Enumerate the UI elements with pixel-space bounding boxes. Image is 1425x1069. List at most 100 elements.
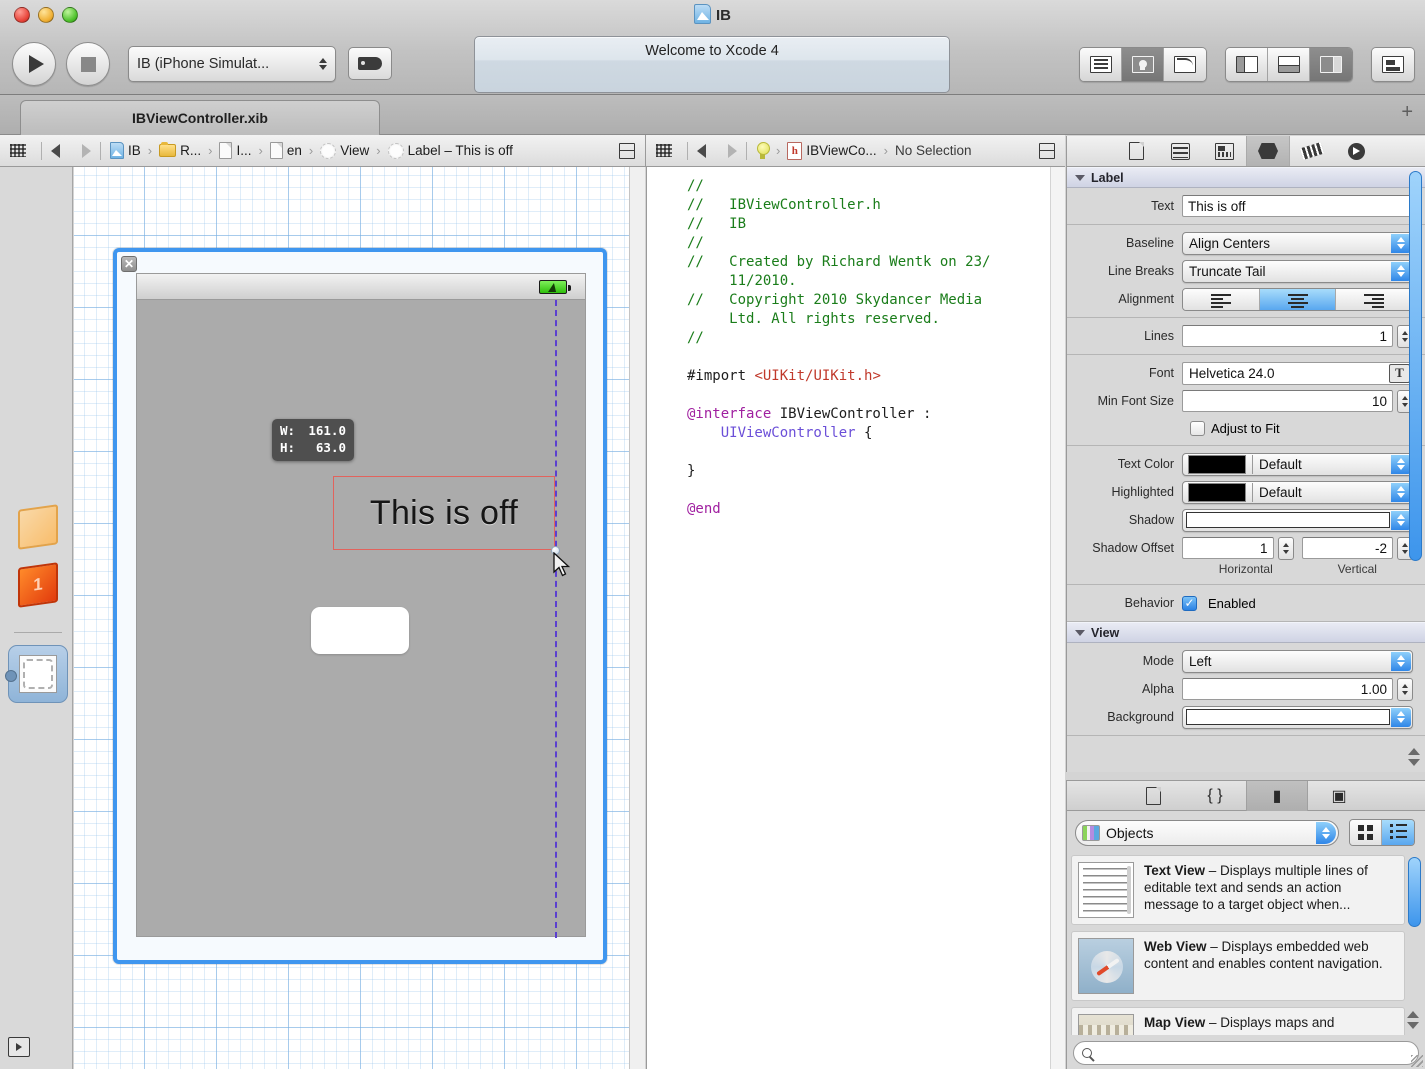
- textcolor-swatch[interactable]: [1188, 454, 1246, 474]
- library-item[interactable]: Web View – Displays embedded web content…: [1071, 931, 1405, 1001]
- canvas-vertical-scrollbar[interactable]: [629, 167, 645, 1069]
- assistant-editor-button[interactable]: [1122, 48, 1164, 81]
- library-item-list[interactable]: Text View – Displays multiple lines of e…: [1071, 855, 1405, 1035]
- dock-item-placeholders[interactable]: [18, 504, 60, 550]
- dock-item-objects[interactable]: 1: [18, 562, 60, 608]
- utilities-toggle-button[interactable]: [1310, 48, 1352, 81]
- disclosure-triangle-icon[interactable]: [1075, 174, 1085, 181]
- lines-input[interactable]: 1: [1182, 325, 1393, 347]
- object-library-tab[interactable]: ▮: [1246, 780, 1308, 811]
- alignment-segmented[interactable]: [1182, 287, 1413, 311]
- window-resize-grip[interactable]: [1411, 1055, 1423, 1067]
- organizer-group[interactable]: [1371, 47, 1415, 82]
- breadcrumb-project[interactable]: IB: [110, 142, 141, 159]
- navigator-toggle-button[interactable]: [1226, 48, 1268, 81]
- view-section-header[interactable]: View: [1067, 622, 1425, 643]
- back-arrow-icon[interactable]: [697, 143, 706, 158]
- size-inspector-tab[interactable]: [1290, 136, 1334, 166]
- shadow-swatch[interactable]: [1186, 512, 1390, 528]
- version-editor-button[interactable]: [1164, 48, 1206, 81]
- connections-inspector-tab[interactable]: [1334, 136, 1378, 166]
- alpha-input[interactable]: 1.00: [1182, 678, 1393, 700]
- background-swatch[interactable]: [1186, 709, 1390, 725]
- close-icon[interactable]: ✕: [121, 256, 137, 272]
- file-template-library-tab[interactable]: [1122, 781, 1184, 811]
- mode-select[interactable]: Left: [1182, 649, 1413, 673]
- background-select[interactable]: [1182, 705, 1413, 729]
- shadow-h-stepper[interactable]: [1277, 536, 1294, 560]
- breadcrumb-header-file[interactable]: h IBViewCo...: [787, 141, 877, 160]
- selected-view-window[interactable]: ✕ This is off W: 161.0 H: 63.0: [113, 248, 607, 964]
- tab-ibviewcontroller-xib[interactable]: IBViewController.xib: [20, 100, 380, 135]
- show-hide-panel-button[interactable]: [8, 1037, 30, 1057]
- inspector-vertical-scrollbar[interactable]: [1409, 171, 1422, 561]
- shadow-select[interactable]: [1182, 508, 1413, 532]
- library-category-select[interactable]: Objects: [1075, 819, 1339, 846]
- grid-view-button[interactable]: [1350, 820, 1382, 845]
- iphone-view[interactable]: This is off W: 161.0 H: 63.0: [136, 273, 586, 938]
- forward-arrow-icon[interactable]: [82, 143, 91, 158]
- minfontsize-input[interactable]: 10: [1182, 390, 1393, 412]
- breakpoints-button[interactable]: [348, 47, 392, 80]
- align-left-button[interactable]: [1183, 288, 1260, 310]
- library-item[interactable]: Map View – Displays maps and: [1071, 1007, 1405, 1035]
- shadow-h-input[interactable]: 1: [1182, 537, 1274, 559]
- attributes-inspector-panel[interactable]: Label Text This is off Baseline Align Ce…: [1066, 167, 1425, 772]
- shadow-v-input[interactable]: -2: [1301, 537, 1393, 559]
- identity-inspector-tab[interactable]: [1202, 136, 1246, 166]
- attributes-inspector-tab[interactable]: [1246, 136, 1290, 166]
- code-snippet-library-tab[interactable]: { }: [1184, 781, 1246, 811]
- inspector-scroll-arrows[interactable]: [1408, 748, 1422, 766]
- baseline-select[interactable]: Align Centers: [1182, 231, 1413, 255]
- back-arrow-icon[interactable]: [51, 143, 60, 158]
- outline-toggle-icon[interactable]: [619, 142, 635, 159]
- view-toggle-segmented[interactable]: [1225, 47, 1353, 82]
- outline-toggle-icon[interactable]: [1039, 142, 1055, 159]
- ui-label-being-resized[interactable]: This is off: [333, 476, 555, 550]
- breadcrumb-no-selection[interactable]: No Selection: [895, 143, 972, 158]
- font-picker-button[interactable]: T: [1389, 363, 1410, 383]
- library-scroll-arrows[interactable]: [1407, 1011, 1421, 1029]
- scheme-selector[interactable]: IB (iPhone Simulat...: [128, 46, 336, 82]
- breadcrumb-view[interactable]: View: [320, 142, 369, 159]
- file-inspector-tab[interactable]: [1114, 136, 1158, 166]
- stop-button[interactable]: [66, 42, 110, 86]
- linebreaks-select[interactable]: Truncate Tail: [1182, 259, 1413, 283]
- assistant-editor[interactable]: // // IBViewController.h // IB // // Created…: [646, 167, 1065, 1069]
- quick-help-inspector-tab[interactable]: [1158, 136, 1202, 166]
- related-items-icon[interactable]: [656, 144, 672, 157]
- adjust-to-fit-checkbox[interactable]: [1190, 420, 1205, 436]
- breadcrumb-file[interactable]: I...: [219, 142, 251, 159]
- library-vertical-scrollbar[interactable]: [1408, 857, 1421, 927]
- library-search-field[interactable]: [1073, 1041, 1419, 1065]
- highlighted-select[interactable]: Default: [1182, 480, 1413, 504]
- align-right-button[interactable]: [1336, 288, 1412, 310]
- add-tab-button[interactable]: +: [1401, 102, 1413, 122]
- ui-rounded-rect-button[interactable]: [311, 607, 409, 654]
- alpha-stepper[interactable]: [1397, 677, 1413, 701]
- behavior-enabled-checkbox[interactable]: ✓: [1182, 595, 1197, 611]
- interface-builder-canvas[interactable]: ✕ This is off W: 161.0 H: 63.0: [74, 167, 645, 1069]
- debug-toggle-button[interactable]: [1268, 48, 1310, 81]
- breadcrumb-automatic[interactable]: [756, 142, 770, 159]
- standard-editor-button[interactable]: [1080, 48, 1122, 81]
- related-items-icon[interactable]: [10, 144, 26, 157]
- align-center-button[interactable]: [1259, 288, 1337, 310]
- list-view-button[interactable]: [1382, 820, 1414, 845]
- library-view-mode-segmented[interactable]: [1349, 819, 1415, 846]
- source-code[interactable]: // // IBViewController.h // IB // // Created…: [647, 167, 1065, 519]
- font-input[interactable]: Helvetica 24.0 T: [1182, 361, 1413, 385]
- dock-item-view-selected[interactable]: [5, 645, 68, 703]
- object-library-panel[interactable]: Objects Text View – Displays multiple li…: [1066, 811, 1425, 1069]
- disclosure-triangle-icon[interactable]: [1075, 629, 1085, 636]
- textcolor-select[interactable]: Default: [1182, 452, 1413, 476]
- breadcrumb-label[interactable]: Label – This is off: [387, 142, 513, 159]
- run-button[interactable]: [12, 42, 56, 86]
- library-item[interactable]: Text View – Displays multiple lines of e…: [1071, 855, 1405, 925]
- highlighted-swatch[interactable]: [1188, 482, 1246, 502]
- editor-mode-segmented[interactable]: [1079, 47, 1207, 82]
- label-section-header[interactable]: Label: [1067, 167, 1425, 188]
- media-library-tab[interactable]: ▣: [1308, 781, 1370, 811]
- breadcrumb-locale[interactable]: en: [269, 142, 302, 159]
- organizer-button[interactable]: [1372, 48, 1414, 81]
